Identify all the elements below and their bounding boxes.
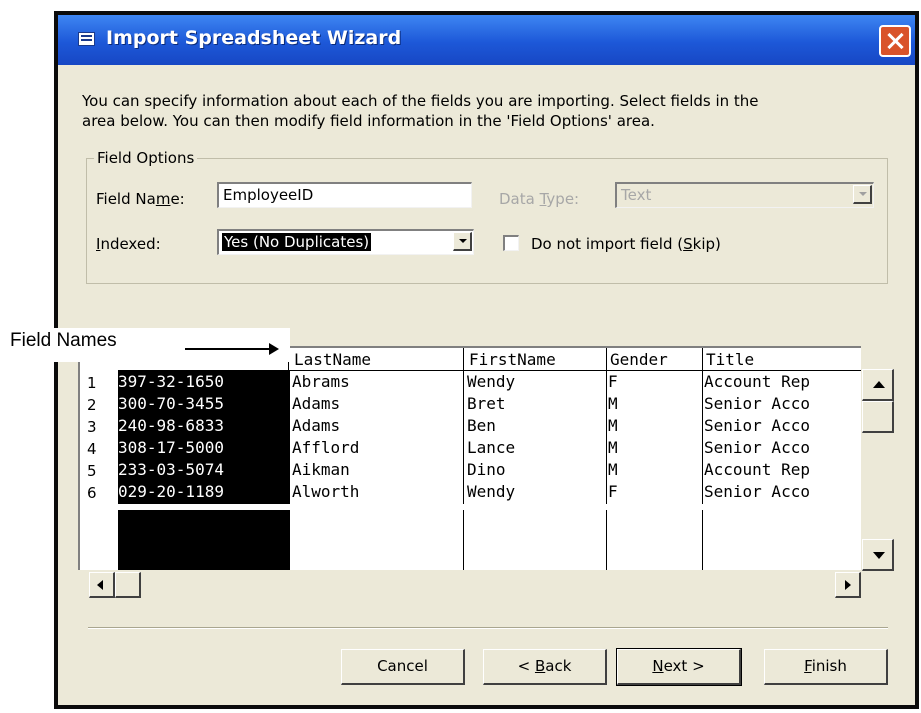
employee-id-cell: 240-98-6833 — [118, 416, 224, 435]
column-header-firstname[interactable]: FirstName — [469, 350, 556, 369]
scroll-thumb[interactable] — [115, 572, 141, 598]
employee-id-cell: 397-32-1650 — [118, 372, 224, 391]
partial-row — [80, 504, 861, 510]
scroll-left-button[interactable] — [89, 572, 115, 598]
column-header-lastname[interactable]: LastName — [294, 350, 371, 369]
firstname-cell: Lance — [467, 438, 516, 457]
title-cell: Senior Acco — [704, 394, 810, 413]
scroll-down-button[interactable] — [862, 539, 894, 571]
arrow-down-icon — [873, 552, 885, 559]
firstname-cell: Dino — [467, 460, 506, 479]
column-header-title[interactable]: Title — [706, 350, 754, 369]
row-number: 5 — [87, 462, 97, 480]
gender-cell: M — [608, 416, 618, 435]
chevron-down-icon — [853, 185, 872, 204]
scroll-right-button[interactable] — [835, 572, 861, 598]
field-options-legend: Field Options — [94, 149, 198, 167]
column-divider — [463, 348, 464, 570]
header-divider — [288, 370, 861, 371]
scroll-thumb[interactable] — [862, 401, 894, 433]
divider — [88, 628, 888, 629]
cancel-button[interactable]: Cancel — [341, 649, 465, 685]
firstname-cell: Wendy — [467, 372, 516, 391]
employee-id-cell: 029-20-1189 — [118, 482, 224, 501]
field-name-label: Field Name: — [96, 190, 185, 208]
title-cell: Account Rep — [704, 460, 810, 479]
column-divider — [288, 348, 289, 570]
gender-cell: F — [608, 482, 618, 501]
data-type-value: Text — [621, 186, 652, 204]
title-cell: Senior Acco — [704, 416, 810, 435]
field-name-input[interactable]: EmployeeID — [217, 182, 472, 208]
lastname-cell: Aikman — [292, 460, 350, 479]
vertical-scrollbar[interactable] — [862, 369, 894, 571]
window-title: Import Spreadsheet Wizard — [106, 27, 402, 49]
arrow-left-icon — [97, 580, 103, 590]
employee-id-cell: 308-17-5000 — [118, 438, 224, 457]
row-number: 6 — [87, 484, 97, 502]
indexed-label: Indexed: — [96, 235, 161, 253]
column-divider — [606, 348, 607, 570]
employee-id-cell: 233-03-5074 — [118, 460, 224, 479]
title-cell: Senior Acco — [704, 438, 810, 457]
indexed-select[interactable]: Yes (No Duplicates) — [217, 229, 474, 255]
firstname-cell: Ben — [467, 416, 496, 435]
field-name-value: EmployeeID — [223, 186, 314, 204]
skip-field-checkbox[interactable] — [503, 235, 519, 251]
description-line-2: area below. You can then modify field in… — [82, 112, 655, 130]
lastname-cell: Alworth — [292, 482, 360, 501]
column-header-gender[interactable]: Gender — [610, 350, 668, 369]
annotation-arrow-line — [185, 348, 275, 350]
data-type-select: Text — [615, 182, 874, 208]
annotation-box: Field Names — [0, 328, 290, 362]
data-preview-grid[interactable]: LastName FirstName Gender Title 1 397-32… — [78, 346, 861, 570]
lastname-cell: Adams — [292, 394, 341, 413]
arrow-up-icon — [873, 381, 885, 388]
firstname-cell: Bret — [467, 394, 506, 413]
back-button[interactable]: < Back — [483, 649, 607, 685]
gender-cell: F — [608, 372, 618, 391]
arrow-right-icon — [845, 580, 851, 590]
firstname-cell: Wendy — [467, 482, 516, 501]
employee-id-cell: 300-70-3455 — [118, 394, 224, 413]
arrow-right-icon — [269, 343, 279, 355]
gender-cell: M — [608, 438, 618, 457]
row-number: 4 — [87, 440, 97, 458]
row-number: 1 — [87, 374, 97, 392]
horizontal-scrollbar[interactable] — [89, 572, 861, 598]
gender-cell: M — [608, 460, 618, 479]
gender-cell: M — [608, 394, 618, 413]
finish-button[interactable]: Finish — [764, 649, 888, 685]
row-number: 2 — [87, 396, 97, 414]
lastname-cell: Afflord — [292, 438, 360, 457]
field-options-group — [86, 158, 888, 284]
title-cell: Account Rep — [704, 372, 810, 391]
window-icon — [78, 32, 95, 46]
row-number: 3 — [87, 418, 97, 436]
scroll-up-button[interactable] — [862, 369, 894, 401]
chevron-down-icon[interactable] — [453, 232, 472, 251]
lastname-cell: Adams — [292, 416, 341, 435]
data-type-label: Data Type: — [499, 190, 580, 208]
indexed-value: Yes (No Duplicates) — [222, 233, 372, 251]
column-divider — [702, 348, 703, 570]
skip-field-label[interactable]: Do not import field (Skip) — [531, 235, 721, 253]
next-button[interactable]: Next > — [616, 648, 742, 686]
description-line-1: You can specify information about each o… — [82, 92, 759, 110]
close-button[interactable] — [879, 25, 911, 57]
title-cell: Senior Acco — [704, 482, 810, 501]
field-names-annotation: Field Names — [10, 330, 117, 351]
lastname-cell: Abrams — [292, 372, 350, 391]
